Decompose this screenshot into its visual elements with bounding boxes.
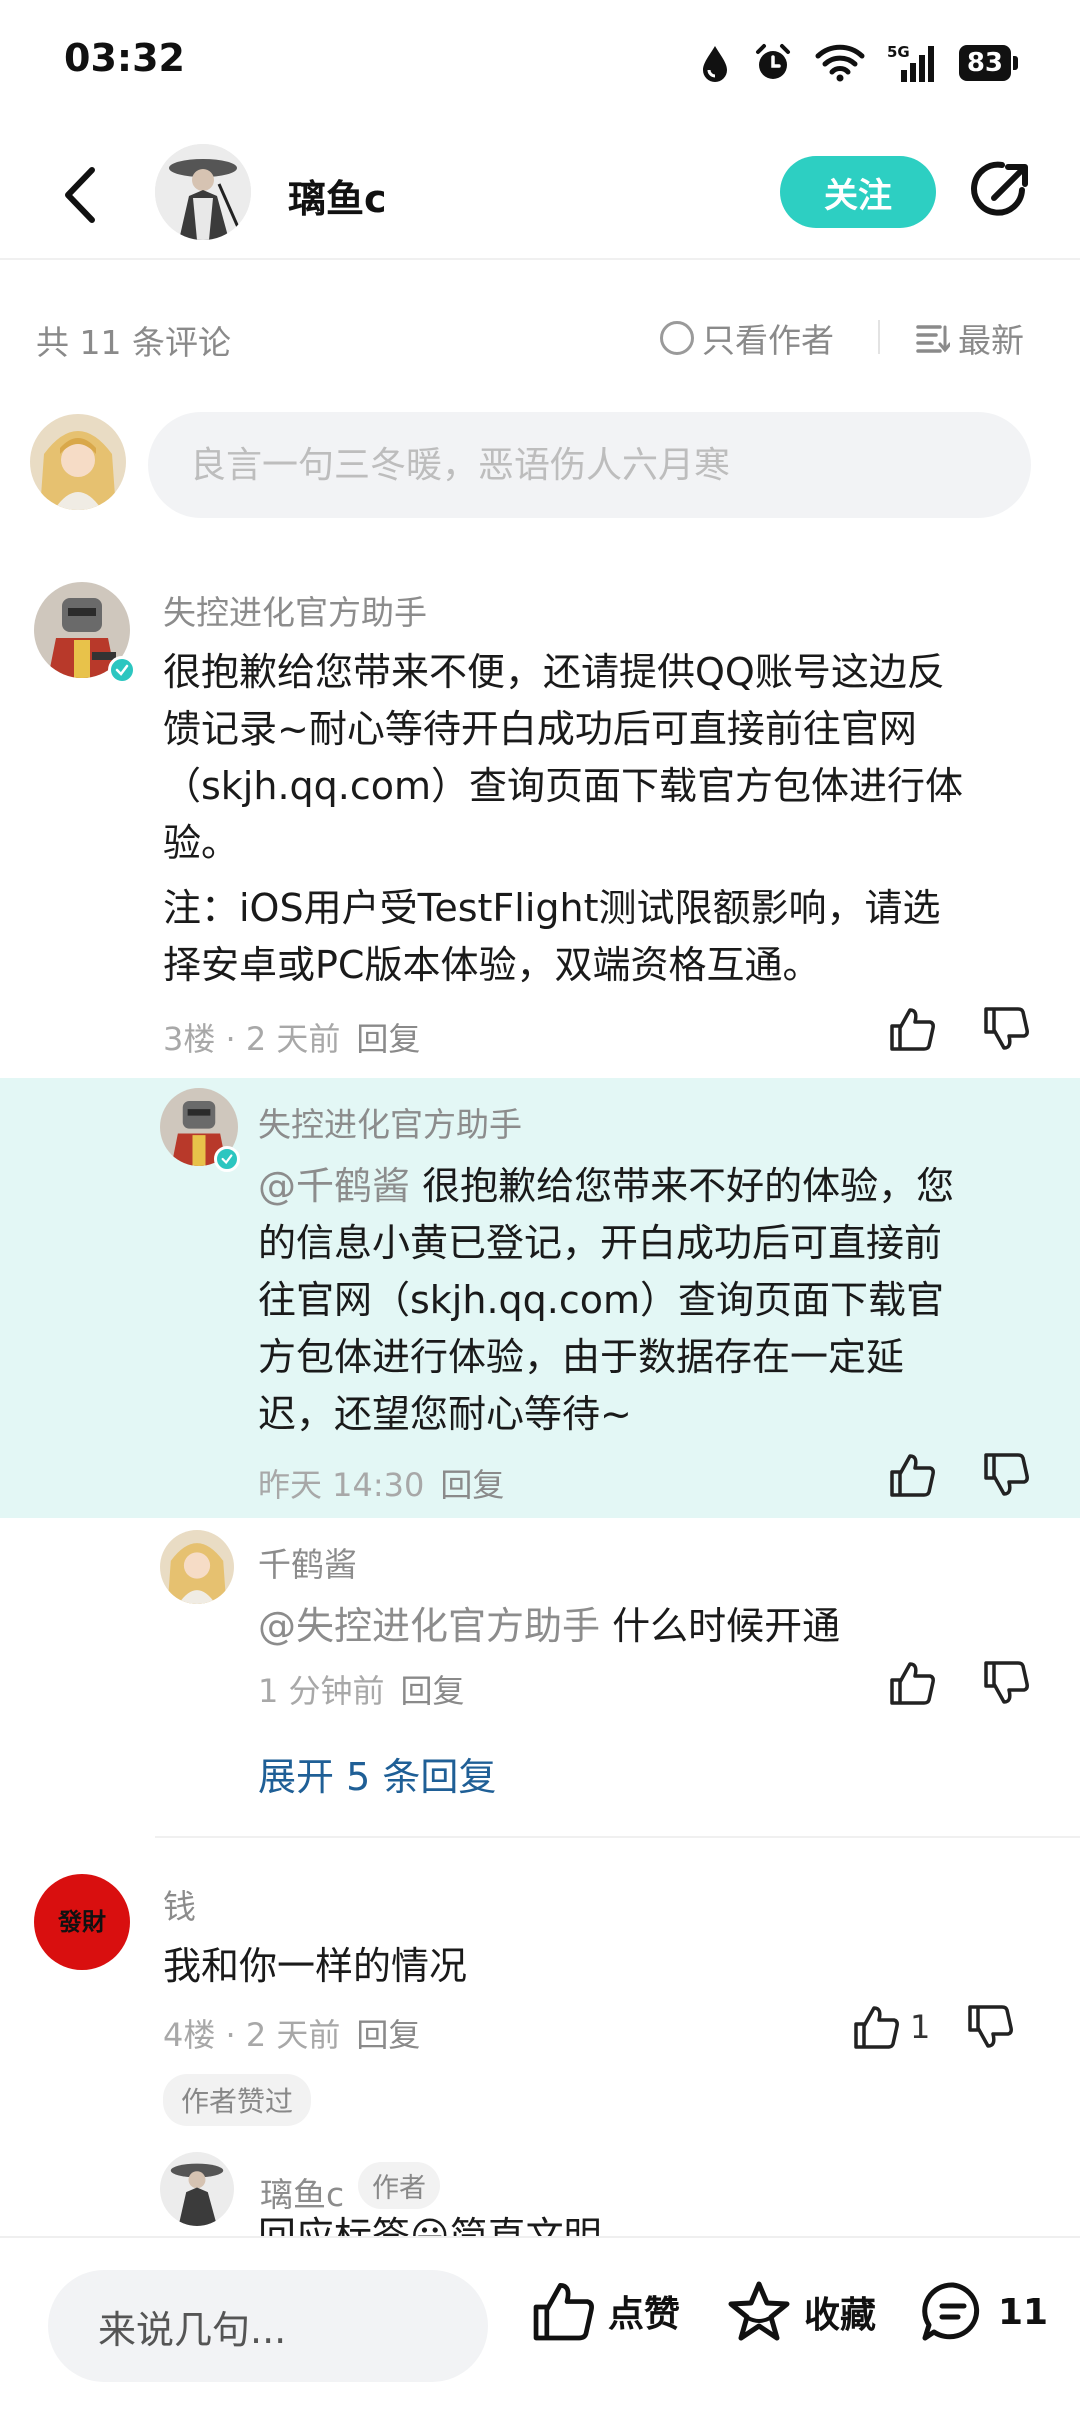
follow-button[interactable]: 关注 [780,156,936,228]
reply-meta: 昨天 14:30 回复 [258,1466,505,1504]
like-icon[interactable] [888,1660,936,1706]
comment-vote-actions [888,1006,1030,1052]
battery-level: 83 [958,45,1011,81]
share-button[interactable] [970,156,1036,222]
mention-link[interactable]: @千鹤酱 [258,1164,410,1208]
reply-text-partial: 回应标签😀简直文明 [258,2214,602,2236]
author-name[interactable]: 璃鱼c [288,168,387,223]
comments-button[interactable]: 11 [920,2280,1048,2344]
comment-text: 我和你一样的情况 [163,1944,468,1988]
reply-button[interactable]: 回复 [401,1672,465,1710]
reply-vote-actions [888,1660,1030,1706]
bottom-action-bar: 来说几句... 点赞 收藏 11 [0,2236,1080,2414]
share-icon [971,161,1028,216]
like-icon[interactable] [888,1006,936,1052]
reply-avatar[interactable] [160,1530,234,1604]
comment-filter-bar: 共 11 条评论 只看作者 最新 [0,290,1080,390]
comment-count: 共 11 条评论 [36,323,231,362]
filter-divider [878,320,880,354]
verified-badge-icon [214,1146,240,1172]
reply-button[interactable]: 回复 [440,1466,504,1504]
status-icons: 5G 83 [699,40,1018,86]
only-author-toggle[interactable]: 只看作者 [660,314,834,362]
comment-vote-actions: 1 [852,2004,1014,2050]
bottom-comment-input[interactable]: 来说几句... [48,2270,488,2382]
author-avatar[interactable] [155,144,251,240]
verified-badge-icon [108,656,136,684]
sort-label: 最新 [958,321,1024,360]
reply-text: @千鹤酱 很抱歉给您带来不好的体验，您 的信息小黄已登记，开白成功后可直接前 往… [258,1164,955,1436]
back-button[interactable] [50,160,110,230]
comment-input[interactable] [148,412,1031,518]
comment-meta: 3楼 · 2 天前 回复 [163,1020,421,1058]
signal-5g-icon: 5G [887,43,934,82]
star-icon [728,2281,790,2341]
comment-avatar[interactable]: 發財 [34,1874,130,1970]
reply-vote-actions [888,1452,1030,1498]
author-tag: 作者 [358,2162,440,2209]
like-post-button[interactable]: 点赞 [530,2280,680,2342]
battery-icon: 83 [958,45,1018,81]
reply-author[interactable]: 千鹤酱 [258,1538,357,1586]
radio-circle-icon [660,321,694,355]
comment-author[interactable]: 失控进化官方助手 [163,586,427,634]
comment-divider [155,1836,1080,1838]
like-count: 1 [910,2008,931,2046]
author-liked-tag: 作者赞过 [163,2074,312,2126]
status-time: 03:32 [64,36,185,80]
reply-meta: 1 分钟前 回复 [258,1672,465,1710]
mention-link[interactable]: @失控进化官方助手 [258,1604,600,1648]
reply-button[interactable]: 回复 [356,1020,420,1058]
comment-author[interactable]: 钱 [163,1880,196,1928]
status-bar: 03:32 5G 83 [0,0,1080,120]
like-icon [533,2283,594,2341]
back-arrow-icon [65,167,95,223]
dislike-icon[interactable] [982,1660,1030,1706]
my-avatar [30,414,126,510]
dislike-icon[interactable] [982,1452,1030,1498]
post-header: 璃鱼c 关注 [0,130,1080,260]
like-button[interactable]: 1 [852,2004,930,2050]
like-icon [854,2006,899,2049]
reply-avatar[interactable] [160,2152,234,2226]
reply-author[interactable]: 璃鱼c [260,2168,344,2216]
reply-author[interactable]: 失控进化官方助手 [258,1098,522,1146]
comment-text: 很抱歉给您带来不便，还请提供QQ账号这边反 馈记录~耐心等待开白成功后可直接前往… [163,650,964,987]
wifi-icon [815,44,865,82]
favorite-button[interactable]: 收藏 [726,2280,876,2344]
comment-meta: 4楼 · 2 天前 回复 [163,2016,421,2054]
only-author-label: 只看作者 [702,321,834,360]
svg-text:5G: 5G [887,43,910,61]
comment-bubble-icon [922,2282,980,2341]
sort-icon [916,325,950,353]
dislike-icon[interactable] [982,1006,1030,1052]
alarm-icon [755,44,790,79]
drop-icon [702,46,727,82]
reply-text: @失控进化官方助手 什么时候开通 [258,1604,841,1648]
expand-replies-link[interactable]: 展开 5 条回复 [258,1746,496,1801]
sort-button[interactable]: 最新 [916,314,1024,362]
like-icon[interactable] [888,1452,936,1498]
reply-button[interactable]: 回复 [356,2016,420,2054]
dislike-icon[interactable] [966,2004,1014,2050]
